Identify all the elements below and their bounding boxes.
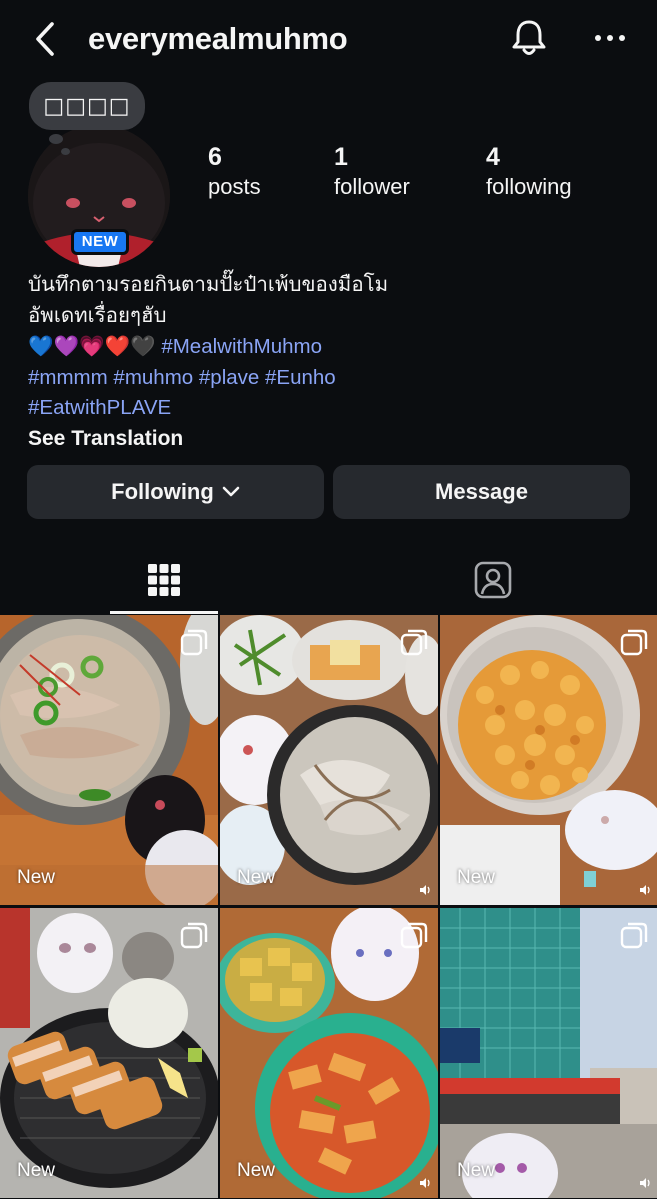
profile-tabs bbox=[0, 545, 657, 615]
followers-label: follower bbox=[334, 174, 410, 199]
bio-line-1: บันทึกตามรอยกินตามปั๊ะป๋าเพ้บของมือโม bbox=[28, 273, 389, 296]
hashtag-mmmm[interactable]: #mmmm bbox=[28, 366, 108, 389]
bio-line-4: #mmmm #muhmo #plave #Eunho bbox=[28, 363, 638, 394]
posts-stat[interactable]: 6 posts bbox=[208, 142, 261, 202]
post-6-image bbox=[440, 908, 657, 1198]
post-new-label: New bbox=[237, 867, 276, 888]
multiple-photos-icon bbox=[400, 922, 428, 949]
multiple-photos-icon bbox=[180, 629, 208, 656]
active-tab-indicator bbox=[110, 611, 218, 614]
audio-icon bbox=[420, 885, 430, 895]
posts-count: 6 bbox=[208, 143, 222, 171]
post-thumbnail-3[interactable]: New bbox=[440, 615, 657, 905]
followers-stat[interactable]: 1 follower bbox=[334, 142, 410, 202]
post-thumbnail-5[interactable]: New bbox=[220, 908, 438, 1198]
multiple-photos-icon bbox=[620, 629, 648, 656]
new-badge: NEW bbox=[71, 229, 129, 255]
post-4-image bbox=[0, 908, 218, 1198]
bio-emojis: 💙💜💗❤️🖤 bbox=[28, 334, 156, 358]
multiple-photos-icon bbox=[620, 922, 648, 949]
post-new-label: New bbox=[457, 1160, 496, 1181]
top-bar: everymealmuhmo bbox=[0, 0, 657, 78]
post-thumbnail-1[interactable]: New bbox=[0, 615, 218, 905]
post-new-label: New bbox=[17, 1160, 56, 1181]
more-icon[interactable] bbox=[590, 26, 630, 50]
post-thumbnail-6[interactable]: New bbox=[440, 908, 657, 1198]
multiple-photos-icon bbox=[400, 629, 428, 656]
bell-icon[interactable] bbox=[508, 17, 550, 59]
message-button-label: Message bbox=[435, 479, 528, 504]
profile-bio: บันทึกตามรอยกินตามปั๊ะป๋าเพ้บของมือโม อั… bbox=[28, 270, 638, 454]
note-bubble-tail-small bbox=[61, 148, 70, 155]
followers-count: 1 bbox=[334, 143, 348, 171]
message-button[interactable]: Message bbox=[333, 465, 630, 519]
tagged-icon bbox=[474, 561, 512, 599]
posts-label: posts bbox=[208, 174, 261, 199]
following-button-label: Following bbox=[111, 479, 214, 504]
audio-icon bbox=[640, 885, 650, 895]
tab-grid[interactable] bbox=[110, 545, 218, 615]
hashtag-muhmo[interactable]: #muhmo bbox=[113, 366, 193, 389]
bio-line-5: #EatwithPLAVE bbox=[28, 393, 638, 424]
post-2-image bbox=[220, 615, 438, 905]
multiple-photos-icon bbox=[180, 922, 208, 949]
post-1-image bbox=[0, 615, 218, 905]
post-5-image bbox=[220, 908, 438, 1198]
following-button[interactable]: Following bbox=[27, 465, 324, 519]
hashtag-eunho[interactable]: #Eunho bbox=[265, 366, 336, 389]
see-translation-link[interactable]: See Translation bbox=[28, 424, 638, 455]
posts-grid: New New New New New New bbox=[0, 615, 657, 1199]
hashtag-mealwithmuhmo[interactable]: #MealwithMuhmo bbox=[161, 335, 322, 358]
audio-icon bbox=[420, 1178, 430, 1188]
chevron-down-icon bbox=[222, 486, 240, 497]
back-icon[interactable] bbox=[30, 20, 62, 58]
hashtag-eatwithplave[interactable]: #EatwithPLAVE bbox=[28, 396, 171, 419]
profile-note[interactable]: □□□□ bbox=[29, 82, 145, 130]
post-new-label: New bbox=[237, 1160, 276, 1181]
grid-icon bbox=[148, 564, 180, 596]
audio-icon bbox=[640, 1178, 650, 1188]
tab-tagged[interactable] bbox=[438, 545, 548, 615]
bio-line-2: อัพเดทเรื่อยๆฮับ bbox=[28, 303, 167, 327]
profile-avatar-area: □□□□ NEW bbox=[25, 82, 175, 267]
post-thumbnail-2[interactable]: New bbox=[220, 615, 438, 905]
post-3-image bbox=[440, 615, 657, 905]
note-bubble-tail bbox=[49, 134, 63, 144]
following-count: 4 bbox=[486, 143, 500, 171]
bio-line-3: 💙💜💗❤️🖤 #MealwithMuhmo bbox=[28, 331, 638, 363]
hashtag-plave[interactable]: #plave bbox=[199, 366, 259, 389]
following-stat[interactable]: 4 following bbox=[486, 142, 572, 202]
following-label: following bbox=[486, 174, 572, 199]
note-text: □□□□ bbox=[43, 93, 131, 119]
post-new-label: New bbox=[457, 867, 496, 888]
profile-username: everymealmuhmo bbox=[88, 21, 348, 56]
post-new-label: New bbox=[17, 867, 56, 888]
post-thumbnail-4[interactable]: New bbox=[0, 908, 218, 1198]
